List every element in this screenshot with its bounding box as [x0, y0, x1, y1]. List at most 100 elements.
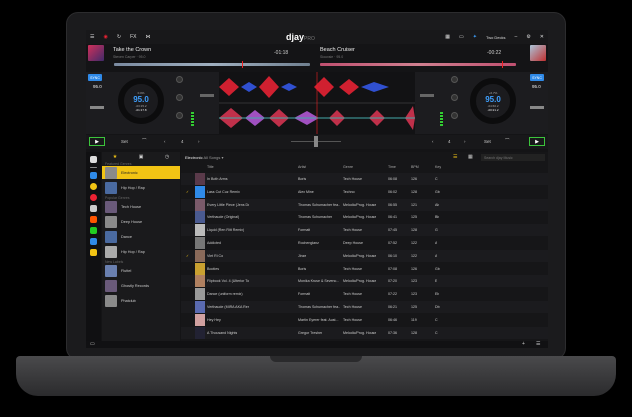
deck-left-set-button[interactable]: Set [121, 139, 128, 144]
grid-icon[interactable]: ▦ [445, 34, 450, 40]
genre-item[interactable]: Phatclub [102, 294, 180, 307]
level-meter-left [191, 112, 194, 126]
apple-music-icon[interactable] [90, 194, 97, 201]
column-header[interactable]: Time [388, 165, 396, 169]
genre-item[interactable]: Hip Hop / Rap [102, 245, 180, 258]
cell-artist: Gregor Tresher [298, 330, 323, 335]
genre-item[interactable]: Hip Hop / Rap [102, 181, 180, 194]
eq-mid-knob-right[interactable] [451, 94, 458, 101]
history-tab-icon[interactable]: ◷ [165, 154, 169, 160]
deck-left-jog-wheel[interactable]: 0.0% 95.0 -03:15.2 -01:17.8 [118, 78, 164, 124]
deck-right-jog-wheel[interactable]: +6.7% 95.0 -04:60.2 -00:21.2 [470, 78, 516, 124]
table-row[interactable]: Booties Boris Tech House 07:08 126 Gb [181, 262, 548, 275]
table-row[interactable]: ✓ Viet Ri Co Jinze Melodic/Prog. House 06:10… [181, 249, 548, 262]
close-icon[interactable]: ✕ [540, 34, 544, 40]
deck-right-play-button[interactable]: ▶ [529, 137, 545, 146]
deck-left-loop-next[interactable]: › [198, 139, 200, 144]
deck-left-overview[interactable] [114, 61, 310, 68]
deck-right-loop-next[interactable]: › [464, 139, 466, 144]
settings-icon[interactable]: ⚙ [526, 34, 530, 40]
library-icon[interactable] [90, 156, 97, 163]
beatport-icon[interactable] [90, 227, 97, 234]
layout-select[interactable]: Two Decks [486, 35, 506, 40]
bluetooth-icon[interactable]: ✦ [473, 34, 477, 40]
deck-right-pitch-slider[interactable] [530, 106, 544, 109]
queue-icon[interactable]: ☰ [536, 341, 540, 347]
deck-right-set-button[interactable]: Set [484, 139, 491, 144]
files-icon[interactable] [90, 238, 97, 245]
channel-fader-left[interactable] [200, 94, 214, 97]
table-row[interactable]: Dance (uniform remix) Formatt Tech House 07… [181, 288, 548, 301]
table-row[interactable]: A Thousand Nights Gregor Tresher Melodic/P… [181, 326, 548, 339]
table-row[interactable]: Addicted Rochenglanz Deep House 07:52 122 A [181, 237, 548, 249]
minimize-icon[interactable]: – [515, 34, 518, 40]
deck-right-cue-icon[interactable]: ⌒ [505, 138, 510, 144]
table-row[interactable]: ✓ Lass Cut Cuz Remix Alex Mine Techno 06:02 1… [181, 185, 548, 198]
deck-left-sync-button[interactable]: SYNC [88, 74, 102, 81]
crossfader[interactable] [291, 136, 341, 147]
djay-music-icon[interactable] [90, 183, 97, 190]
waveform-display[interactable] [219, 72, 415, 134]
column-header[interactable]: Key [435, 165, 441, 169]
table-row[interactable]: Flipbook Vol. 4 (Ulterior Tone Remix) Mon… [181, 275, 548, 288]
record-icon[interactable]: ◉ [103, 34, 107, 40]
deck-right-loop-prev[interactable]: ‹ [432, 139, 434, 144]
mixer-icon[interactable]: ⋈ [145, 34, 150, 40]
eq-low-knob-right[interactable] [451, 112, 458, 119]
list-view-icon[interactable]: ☰ [453, 154, 457, 160]
menu-icon[interactable]: ☰ [90, 34, 94, 40]
column-header[interactable]: Artist [298, 165, 306, 169]
genre-label: Hip Hop / Rap [121, 185, 145, 190]
eq-low-knob-left[interactable] [176, 112, 183, 119]
table-row[interactable]: In Both Arms Boris Tech House 06:08 126 C [181, 173, 548, 185]
cell-time: 06:41 [388, 215, 397, 220]
genre-item[interactable]: Dance [102, 230, 180, 243]
cell-genre: Tech House [343, 266, 362, 271]
table-row[interactable]: Liquid (Ren Ritt Remix) Formatt Tech House… [181, 224, 548, 237]
screen-icon[interactable]: ▭ [459, 34, 464, 40]
cell-bpm: 123 [411, 279, 417, 284]
column-header[interactable]: Title [207, 165, 214, 169]
folder-icon[interactable] [90, 249, 97, 256]
genre-item[interactable]: Fluttel [102, 264, 180, 277]
genre-item[interactable]: Ghostly Records [102, 279, 180, 292]
cell-genre: Melodic/Prog. House [343, 279, 377, 284]
cell-key: G [435, 228, 438, 233]
filter-dropdown[interactable]: All Songs ▾ [203, 155, 223, 160]
eq-mid-knob-left[interactable] [176, 94, 183, 101]
track-artwork [195, 326, 205, 339]
music-icon[interactable] [90, 172, 97, 179]
eq-high-knob-right[interactable] [451, 76, 458, 83]
deck-right-overview[interactable] [320, 61, 516, 68]
genre-item[interactable]: Electronic [102, 166, 180, 179]
cell-time: 07:45 [388, 228, 397, 233]
soundcloud-icon[interactable] [90, 216, 97, 223]
deck-left-play-button[interactable]: ▶ [89, 137, 105, 146]
sync-loop-icon[interactable]: ↻ [117, 34, 121, 40]
genre-item[interactable]: Deep House [102, 215, 180, 228]
search-input[interactable] [481, 154, 545, 161]
fx-button[interactable]: FX [130, 34, 136, 40]
deck-right-sync-button[interactable]: SYNC [530, 74, 544, 81]
genre-item[interactable]: Tech House [102, 200, 180, 213]
column-header[interactable]: Genre [343, 165, 353, 169]
table-row[interactable]: Every Little Piece (Jens Deutrich Remix)… [181, 198, 548, 211]
eq-high-knob-left[interactable] [176, 76, 183, 83]
tidal-icon[interactable] [90, 205, 97, 212]
playlist-tab-icon[interactable]: ▣ [139, 154, 144, 160]
grid-view-icon[interactable]: ▦ [468, 154, 473, 160]
artwork-toggle-icon[interactable]: ▭ [90, 341, 95, 347]
deck-left-cue-icon[interactable]: ⌒ [142, 138, 147, 144]
add-icon[interactable]: + [522, 341, 525, 347]
channel-fader-right[interactable] [420, 94, 434, 97]
star-tab-icon[interactable]: ★ [113, 154, 117, 160]
deck-right-remaining: -00:22 [487, 50, 502, 56]
table-row[interactable]: Hey Hey Martin Eyerer feat. Aust... Tech H… [181, 313, 548, 326]
table-row[interactable]: Verthaude (MIRA AKA Remix) Thomas Schumac… [181, 301, 548, 313]
deck-left-pitch-slider[interactable] [90, 106, 104, 109]
table-row[interactable]: Verthaude (Original) Thomas Schumacher Mel… [181, 211, 548, 224]
column-header[interactable]: BPM [411, 165, 419, 169]
deck-left-loop-prev[interactable]: ‹ [164, 139, 166, 144]
top-bar: ☰ ◉ ↻ FX ⋈ ▦ ▭ ✦ Two Decks – ⚙ ✕ [86, 30, 548, 44]
deck-left-info: Take the Crown Steven Carper · 95.0 -01:… [86, 45, 317, 63]
